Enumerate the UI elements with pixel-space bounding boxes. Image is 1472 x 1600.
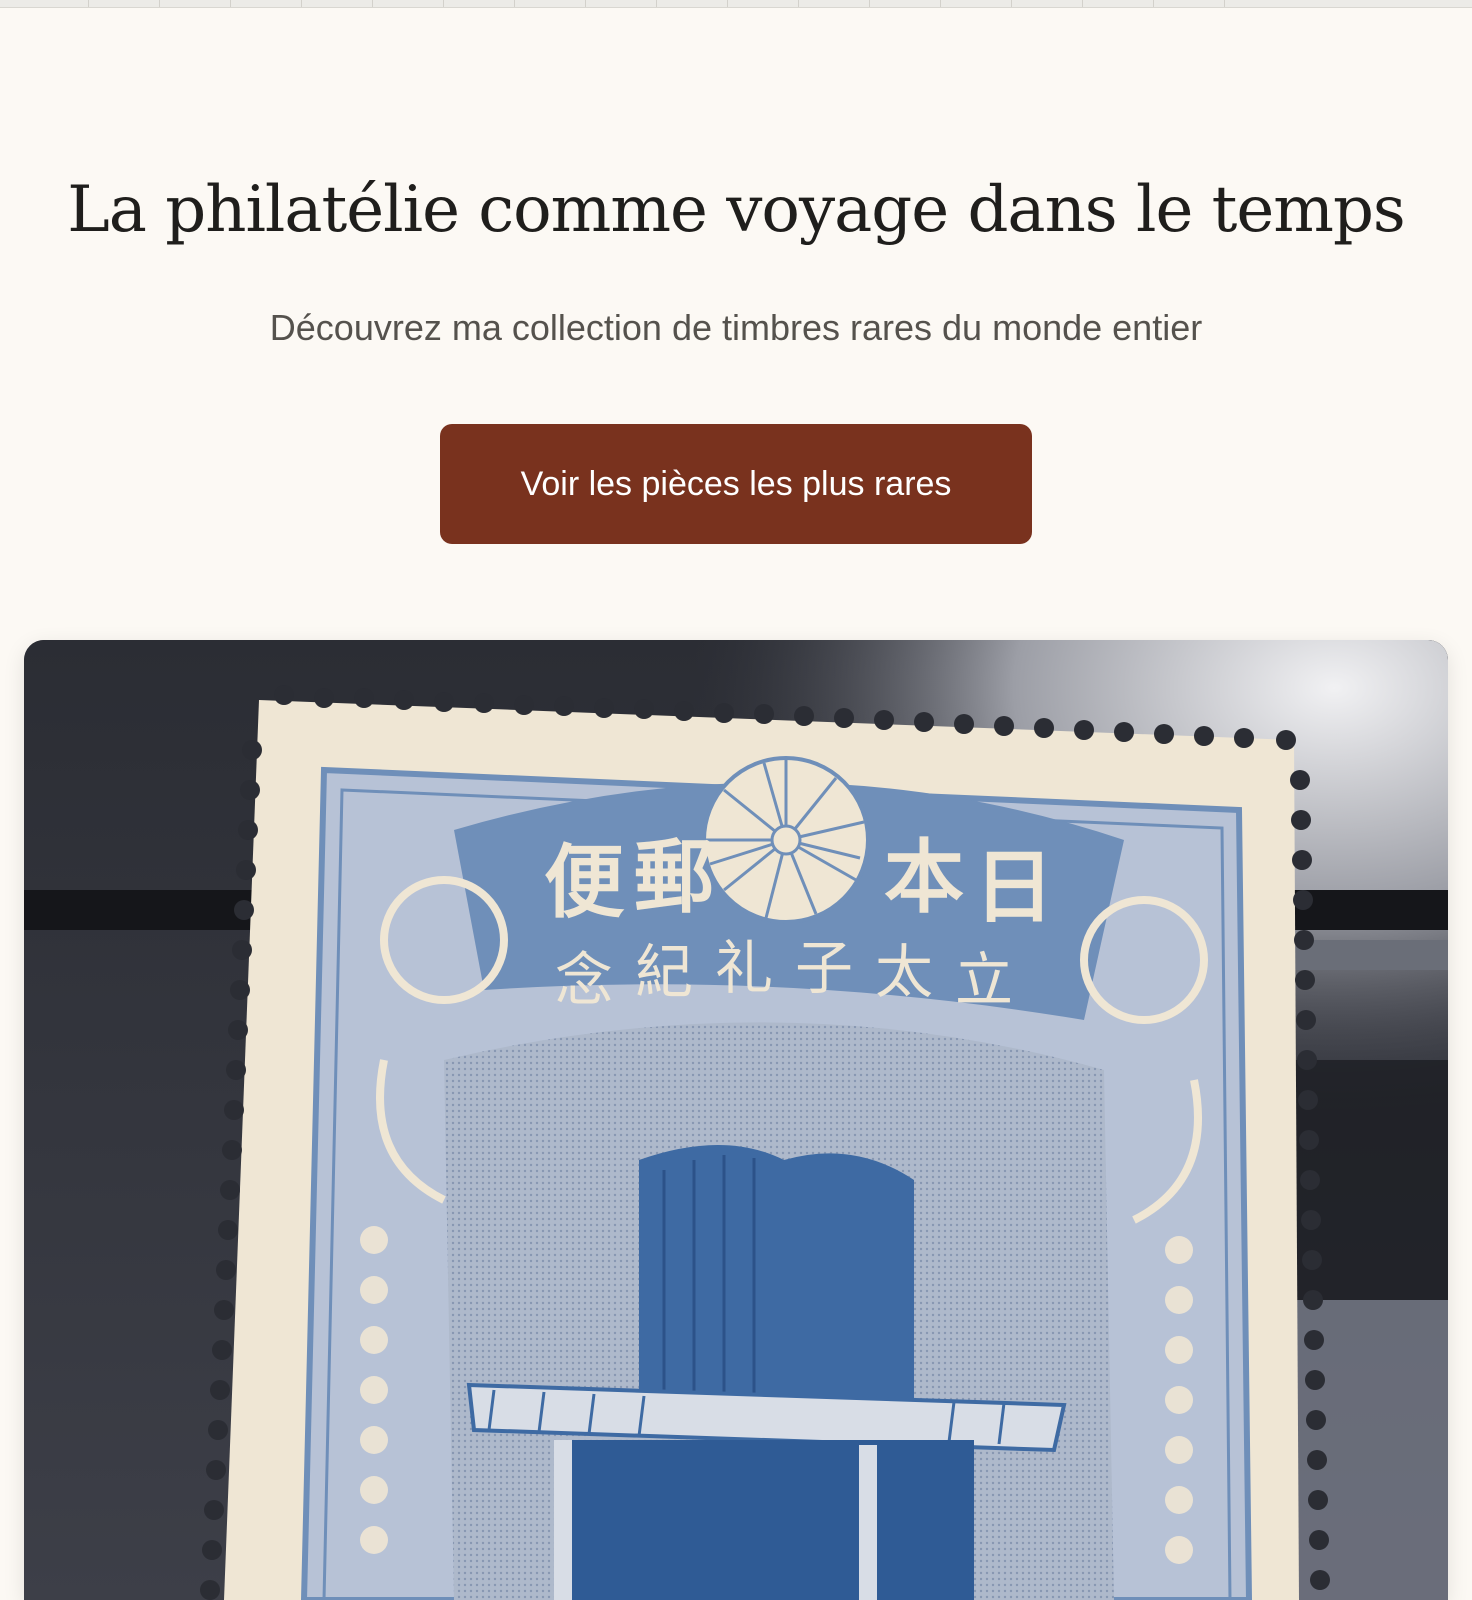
stamp-char: 礼 xyxy=(715,934,773,1002)
stamp-char: 便 xyxy=(544,836,625,929)
stamp-char: 太 xyxy=(875,938,933,1006)
featured-stamp-image: 便 郵 本 日 念 紀 礼 子 太 立 xyxy=(24,640,1448,1600)
page-subtitle: Découvrez ma collection de timbres rares… xyxy=(269,307,1203,348)
browser-top-strip xyxy=(0,0,1472,8)
stamp-char: 念 xyxy=(555,946,613,1014)
rare-pieces-button[interactable]: Voir les pièces les plus rares xyxy=(440,424,1032,544)
stamp: 便 郵 本 日 念 紀 礼 子 太 立 xyxy=(200,685,1330,1600)
stamp-char: 郵 xyxy=(634,831,714,924)
stamp-char: 子 xyxy=(795,934,853,1002)
stamp-char: 紀 xyxy=(635,938,693,1006)
stamp-char: 立 xyxy=(955,946,1013,1014)
stamp-char: 日 xyxy=(974,841,1054,934)
page-title: La philatélie comme voyage dans le temps xyxy=(67,173,1406,247)
chrysanthemum-crest-icon xyxy=(702,756,870,924)
stamp-char: 本 xyxy=(884,831,964,924)
